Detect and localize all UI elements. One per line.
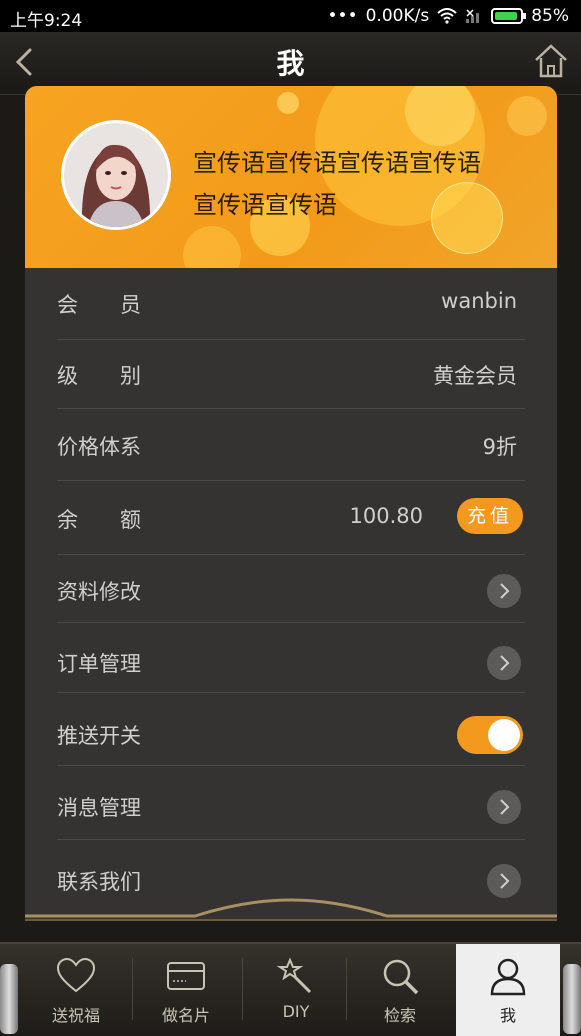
price-label: 价格体系 xyxy=(57,435,141,459)
edit-profile-label: 资料修改 xyxy=(57,580,141,604)
edit-profile-row[interactable]: 资料修改 xyxy=(57,574,525,623)
card-icon xyxy=(167,962,205,990)
heart-icon xyxy=(56,957,96,993)
messages-row[interactable]: 消息管理 xyxy=(57,790,525,840)
tab-card[interactable]: 做名片 xyxy=(132,944,240,1036)
profile-card: 宣传语宣传语宣传语宣传语宣传语宣传语 会 员 wanbin 级 别 黄金会员 价… xyxy=(25,86,557,920)
level-label: 级 别 xyxy=(57,364,141,388)
orders-label: 订单管理 xyxy=(57,652,141,676)
status-bar: 上午9:24 ••• 0.00K/s 85% xyxy=(0,0,581,32)
level-row: 级 别 黄金会员 xyxy=(57,360,525,409)
profile-slogan: 宣传语宣传语宣传语宣传语宣传语宣传语 xyxy=(193,149,481,219)
price-row: 价格体系 9折 xyxy=(57,431,525,481)
profile-header: 宣传语宣传语宣传语宣传语宣传语宣传语 xyxy=(25,86,557,268)
chevron-right-icon xyxy=(487,790,521,824)
right-decoration xyxy=(563,964,581,1034)
network-speed: 0.00K/s xyxy=(365,6,430,26)
chevron-right-icon xyxy=(487,574,521,608)
tab-search[interactable]: 检索 xyxy=(346,944,454,1036)
tab-blessing-label: 送祝福 xyxy=(51,1006,100,1025)
price-value: 9折 xyxy=(482,435,517,459)
tab-diy-label: DIY xyxy=(282,1002,310,1021)
member-row: 会 员 wanbin xyxy=(57,289,525,340)
tab-card-label: 做名片 xyxy=(161,1006,210,1025)
tab-blessing[interactable]: 送祝福 xyxy=(22,944,130,1036)
chevron-right-icon xyxy=(487,646,521,680)
chevron-right-icon xyxy=(487,864,521,898)
page-title: 我 xyxy=(276,47,305,80)
balance-row: 余 额 100.80 充值 xyxy=(57,498,525,555)
push-row: 推送开关 xyxy=(57,716,525,766)
push-toggle[interactable] xyxy=(457,716,523,754)
member-value: wanbin xyxy=(441,289,517,313)
tab-bar: 送祝福 做名片 DIY 检索 我 xyxy=(0,942,581,1036)
tab-diy[interactable]: DIY xyxy=(242,944,350,1036)
status-time: 上午9:24 xyxy=(10,11,83,31)
tab-me-label: 我 xyxy=(499,1006,516,1025)
status-right: ••• 0.00K/s 85% xyxy=(328,6,569,26)
level-value: 黄金会员 xyxy=(433,364,517,388)
avatar-image xyxy=(64,123,168,227)
tab-me[interactable]: 我 xyxy=(456,944,560,1036)
left-decoration xyxy=(0,964,18,1034)
member-label: 会 员 xyxy=(57,293,141,317)
balance-value: 100.80 xyxy=(349,504,423,528)
search-icon xyxy=(383,959,419,995)
balance-label: 余 额 xyxy=(57,508,141,532)
signal-icon xyxy=(466,9,480,23)
contact-label: 联系我们 xyxy=(57,870,141,894)
messages-label: 消息管理 xyxy=(57,796,141,820)
orders-row[interactable]: 订单管理 xyxy=(57,646,525,693)
home-icon[interactable] xyxy=(533,42,569,80)
user-icon xyxy=(490,958,526,996)
battery-percent: 85% xyxy=(531,6,569,26)
tab-search-label: 检索 xyxy=(383,1006,416,1025)
push-label: 推送开关 xyxy=(57,724,141,748)
battery-icon xyxy=(491,8,527,24)
recharge-button[interactable]: 充值 xyxy=(457,498,523,534)
magic-wand-icon xyxy=(276,957,312,994)
card-bottom-edge xyxy=(25,898,557,921)
more-dots-icon: ••• xyxy=(327,6,358,26)
wifi-icon xyxy=(437,8,457,24)
avatar[interactable] xyxy=(61,120,171,230)
